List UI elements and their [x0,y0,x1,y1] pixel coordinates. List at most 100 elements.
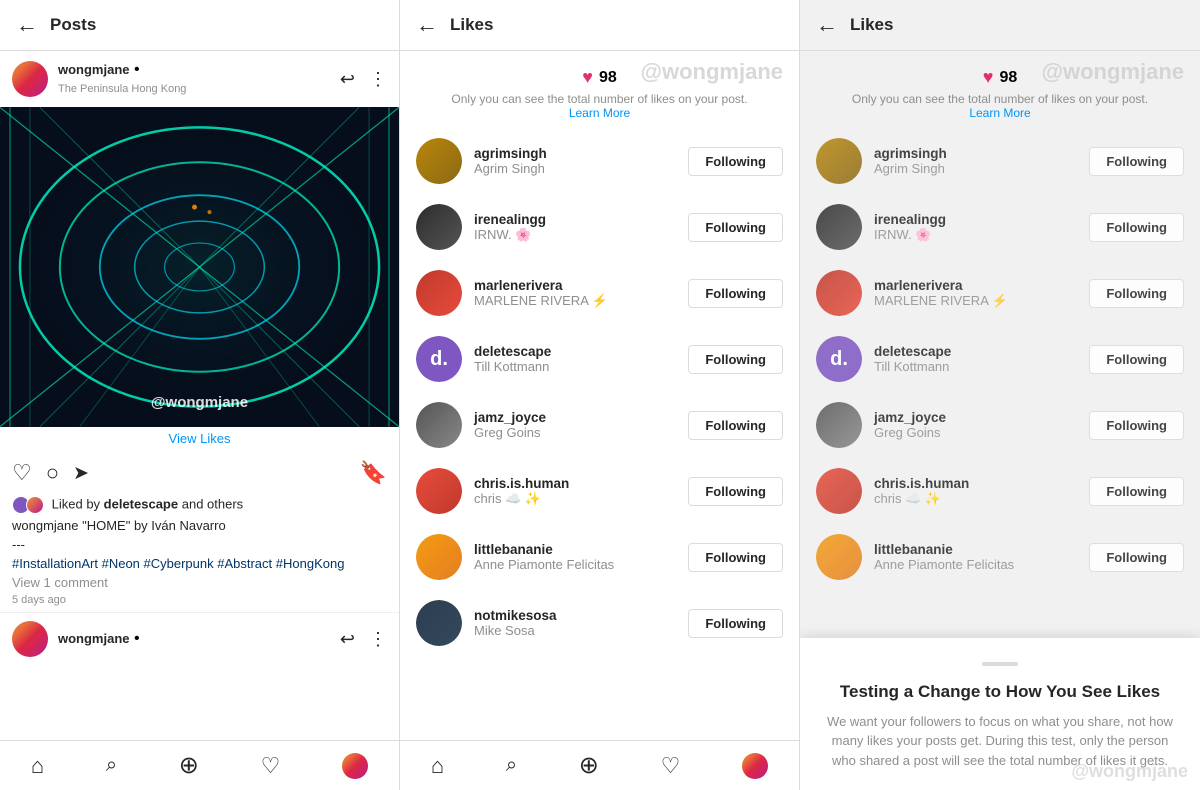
like-item: jamz_joyce Greg Goins Following [816,392,1184,458]
following-button[interactable]: Following [688,543,783,572]
following-button[interactable]: Following [1089,543,1184,572]
like-avatar[interactable] [816,468,862,514]
like-username[interactable]: deletescape [474,344,688,359]
following-button[interactable]: Following [1089,213,1184,242]
like-item: jamz_joyce Greg Goins Following [416,392,783,458]
posts-back-button[interactable]: ← [16,12,38,38]
like-avatar[interactable] [816,204,862,250]
following-button[interactable]: Following [1089,279,1184,308]
likes-right-count: 98 [999,69,1017,87]
like-avatar[interactable] [816,534,862,580]
like-username[interactable]: marlenerivera [474,278,688,293]
likes-mid-panel: ← Likes ♥ 98 @wongmjane Only you can see… [400,0,800,790]
nav-home-icon[interactable]: ⌂ [31,753,44,779]
save-icon[interactable]: 🔖 [360,460,387,486]
like-avatar[interactable] [416,402,462,448]
like-user-info: marlenerivera MARLENE RIVERA ⚡ [474,278,688,309]
post-user-info: wongmjane • The Peninsula Hong Kong [58,61,340,97]
modal-drag-bar[interactable] [982,662,1018,666]
like-avatar[interactable] [816,138,862,184]
likes-right-heart-icon: ♥ [983,67,994,88]
likes-right-learn-more[interactable]: Learn More [969,106,1030,120]
share-icon[interactable]: ➤ [73,462,89,485]
like-username[interactable]: littlebananie [474,542,688,557]
like-username[interactable]: deletescape [874,344,1089,359]
nav-add-icon[interactable]: ⊕ [179,751,199,780]
liked-by-suffix: and others [182,496,243,511]
liked-by-username[interactable]: deletescape [104,496,178,511]
following-button[interactable]: Following [688,477,783,506]
like-username[interactable]: agrimsingh [474,146,688,161]
like-icon[interactable]: ♡ [12,460,32,486]
likes-mid-nav-add[interactable]: ⊕ [579,751,599,780]
likes-mid-nav-home[interactable]: ⌂ [431,753,444,779]
like-item: notmikesosa Mike Sosa Following [416,590,783,656]
likes-right-back-button[interactable]: ← [816,12,838,38]
likes-right-watermark: @wongmjane [1042,59,1184,85]
likes-mid-learn-more[interactable]: Learn More [569,106,630,120]
nav-heart-icon[interactable]: ♡ [261,753,281,779]
following-button[interactable]: Following [1089,477,1184,506]
likes-mid-nav-search[interactable]: ⌕ [506,754,517,777]
like-display-name: Agrim Singh [474,161,688,176]
post-hashtags[interactable]: #InstallationArt #Neon #Cyberpunk #Abstr… [0,554,399,573]
like-item: marlenerivera MARLENE RIVERA ⚡ Following [416,260,783,326]
following-button[interactable]: Following [688,345,783,374]
like-avatar[interactable]: d. [416,336,462,382]
like-display-name: Till Kottmann [474,359,688,374]
like-avatar[interactable] [416,270,462,316]
likes-mid-stats: ♥ 98 @wongmjane Only you can see the tot… [400,51,799,128]
like-user-info: littlebananie Anne Piamonte Felicitas [874,542,1089,572]
following-button[interactable]: Following [1089,345,1184,374]
next-post-avatar[interactable] [12,621,48,657]
post-more-icon[interactable]: ⋮ [369,69,387,90]
like-username[interactable]: littlebananie [874,542,1089,557]
like-item: agrimsingh Agrim Singh Following [816,128,1184,194]
post-user-avatar[interactable] [12,61,48,97]
likes-count: 98 [599,69,617,87]
likes-right-stats: ♥ 98 @wongmjane Only you can see the tot… [800,51,1200,128]
following-button[interactable]: Following [688,147,783,176]
nav-profile-avatar[interactable] [342,753,368,779]
following-button[interactable]: Following [688,411,783,440]
following-button[interactable]: Following [1089,411,1184,440]
next-post-dot: • [134,630,140,647]
post-share-icon[interactable]: ↩ [340,69,355,90]
like-username[interactable]: jamz_joyce [474,410,688,425]
like-avatar[interactable] [416,138,462,184]
post-username[interactable]: wongmjane [58,62,130,77]
like-username[interactable]: jamz_joyce [874,410,1089,425]
view-likes-link[interactable]: View Likes [0,427,399,452]
comment-icon[interactable]: ○ [46,460,59,486]
like-avatar[interactable] [816,402,862,448]
like-username[interactable]: notmikesosa [474,608,688,623]
like-item: agrimsingh Agrim Singh Following [416,128,783,194]
like-username[interactable]: chris.is.human [874,476,1089,491]
like-user-info: marlenerivera MARLENE RIVERA ⚡ [874,278,1089,309]
like-username[interactable]: irenealingg [474,212,688,227]
following-button[interactable]: Following [688,213,783,242]
like-avatar[interactable] [416,468,462,514]
like-avatar[interactable] [416,204,462,250]
following-button[interactable]: Following [688,279,783,308]
post-comments-link[interactable]: View 1 comment [0,573,399,592]
like-username[interactable]: chris.is.human [474,476,688,491]
like-avatar[interactable]: d. [816,336,862,382]
like-username[interactable]: agrimsingh [874,146,1089,161]
nav-search-icon[interactable]: ⌕ [106,754,117,777]
like-username[interactable]: marlenerivera [874,278,1089,293]
following-button[interactable]: Following [1089,147,1184,176]
like-avatar[interactable] [416,600,462,646]
like-avatar[interactable] [816,270,862,316]
next-post-username[interactable]: wongmjane [58,631,130,646]
next-post-more-icon[interactable]: ⋮ [369,629,387,650]
bottom-nav: ⌂ ⌕ ⊕ ♡ [0,740,399,790]
like-avatar[interactable] [416,534,462,580]
following-button[interactable]: Following [688,609,783,638]
next-post-share-icon[interactable]: ↩ [340,629,355,650]
like-display-name: Mike Sosa [474,623,688,638]
likes-mid-nav-profile[interactable] [742,753,768,779]
likes-mid-back-button[interactable]: ← [416,12,438,38]
likes-mid-nav-heart[interactable]: ♡ [661,753,681,779]
like-username[interactable]: irenealingg [874,212,1089,227]
